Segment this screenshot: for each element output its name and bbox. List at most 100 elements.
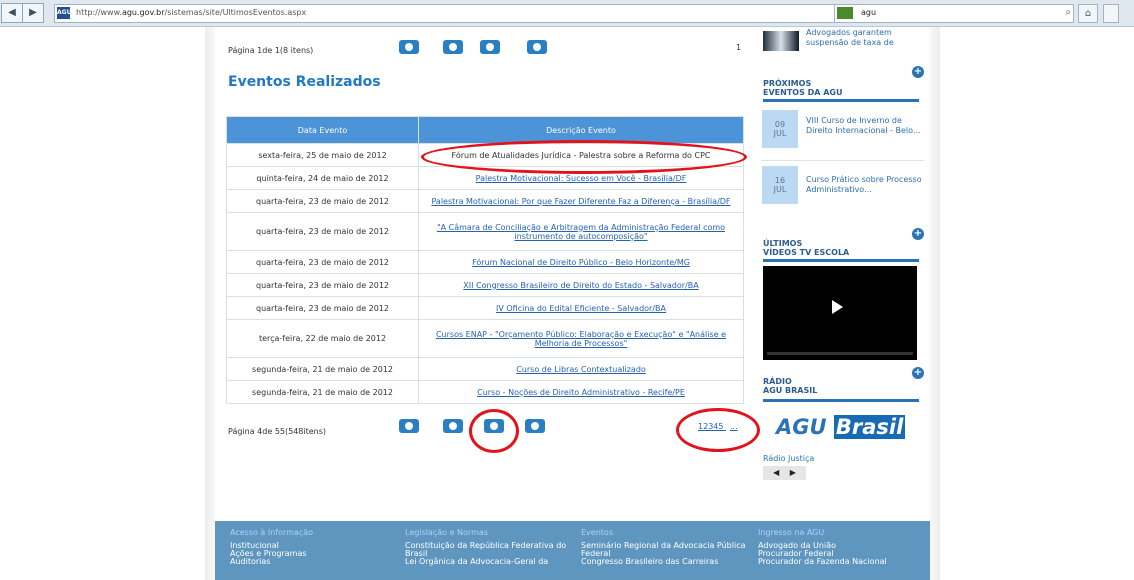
search-engine-icon[interactable]: [837, 7, 853, 19]
table-row: quarta-feira, 23 de maio de 2012 IV Ofic…: [226, 296, 744, 320]
url-path: /sistemas/site/UltimosEventos.aspx: [164, 8, 307, 17]
event-day: 16: [774, 176, 786, 185]
last-page-button[interactable]: [527, 40, 547, 54]
table-row: terça-feira, 22 de maio de 2012 Cursos E…: [226, 319, 744, 358]
back-button[interactable]: ◀: [1, 3, 23, 23]
table-row: segunda-feira, 21 de maio de 2012 Curso …: [226, 357, 744, 381]
logo-suffix: Brasil: [833, 415, 906, 439]
highlight-page-links-ellipse: [676, 408, 760, 452]
news-thumbnail[interactable]: [763, 31, 799, 51]
logo-prefix: AGU: [776, 415, 827, 439]
event-divider: [761, 160, 924, 161]
event-link[interactable]: Curso - Noções de Direito Administrativo…: [418, 380, 744, 404]
browser-toolbar: ◀ ▶ AGU http://www.agu.gov.br/sistemas/s…: [0, 0, 1134, 27]
footer-column-ingresso: Ingresso na AGU Advogado da União Procur…: [758, 529, 923, 566]
footer-link[interactable]: Congresso Brasileiro das Carreiras: [581, 558, 746, 566]
footer-link[interactable]: Constituição da República Federativa do: [405, 542, 570, 550]
event-date: quarta-feira, 23 de maio de 2012: [226, 296, 419, 320]
site-favicon: AGU: [57, 7, 71, 19]
table-row: quarta-feira, 23 de maio de 2012 Fórum N…: [226, 250, 744, 274]
video-progress-bar[interactable]: [767, 352, 913, 355]
radio-divider: [763, 399, 919, 402]
previous-station-icon[interactable]: ◀: [773, 468, 779, 477]
upcoming-heading-line-1: PRÓXIMOS: [763, 79, 812, 88]
event-link[interactable]: "A Câmara de Conciliação e Arbitragem da…: [418, 212, 744, 251]
left-page-shadow: [205, 27, 215, 580]
footer-column-events: Eventos Seminário Regional da Advocacia …: [581, 529, 746, 566]
event-date: segunda-feira, 21 de maio de 2012: [226, 357, 419, 381]
previous-page-button[interactable]: [443, 40, 463, 54]
forward-button[interactable]: ▶: [22, 3, 44, 23]
forward-icon: ▶: [29, 7, 37, 18]
search-icon[interactable]: ⌕: [1065, 7, 1071, 18]
table-row: quarta-feira, 23 de maio de 2012 XII Con…: [226, 273, 744, 297]
play-icon[interactable]: [832, 300, 843, 314]
back-icon: ◀: [8, 7, 16, 18]
bottom-first-page-button[interactable]: [399, 419, 419, 433]
footer-heading: Acesso à Informação: [230, 528, 314, 537]
url-text: http://www.agu.gov.br/sistemas/site/Ulti…: [76, 8, 306, 17]
radio-heading-line-1: RÁDIO: [763, 377, 792, 386]
video-player[interactable]: [763, 266, 917, 360]
footer-link[interactable]: Lei Orgânica da Advocacia-Geral da: [405, 558, 570, 566]
top-page-number: 1: [736, 43, 742, 52]
home-icon: ⌂: [1084, 8, 1092, 19]
footer-link[interactable]: Auditorias: [230, 558, 395, 566]
first-page-button[interactable]: [399, 40, 419, 54]
footer-heading: Eventos: [581, 528, 613, 537]
news-line-2: suspensão de taxa de: [806, 38, 894, 47]
news-text[interactable]: Advogados garantem suspensão de taxa de: [806, 28, 894, 48]
search-bar[interactable]: agu ⌕: [834, 4, 1074, 23]
search-input[interactable]: agu: [861, 8, 876, 17]
event-date: quinta-feira, 24 de maio de 2012: [226, 166, 419, 190]
highlight-next-page-ellipse: [469, 409, 519, 453]
bottom-last-page-button[interactable]: [525, 419, 545, 433]
event-link[interactable]: IV Oficina do Edital Eficiente - Salvado…: [418, 296, 744, 320]
event-link[interactable]: Curso de Libras Contextualizado: [418, 357, 744, 381]
next-station-icon[interactable]: ▶: [790, 468, 796, 477]
next-page-button[interactable]: [480, 40, 500, 54]
videos-heading-line-1: ÚLTIMOS: [763, 239, 803, 248]
radio-heading-line-2: AGU BRASIL: [763, 386, 818, 395]
event-link[interactable]: Fórum Nacional de Direito Público - Belo…: [418, 250, 744, 274]
toolbar-button[interactable]: [1103, 4, 1119, 23]
bottom-previous-page-button[interactable]: [443, 419, 463, 433]
footer-heading: Legislação e Normas: [405, 528, 488, 537]
plus-icon: +: [913, 367, 923, 378]
upcoming-event-link[interactable]: VIII Curso de Inverno de Direito Interna…: [806, 116, 924, 136]
date-header: Data Evento: [226, 116, 419, 144]
radio-controls[interactable]: ◀ ▶: [763, 466, 806, 480]
event-date: quarta-feira, 23 de maio de 2012: [226, 212, 419, 251]
event-link[interactable]: Cursos ENAP - "Orçamento Público: Elabor…: [418, 319, 744, 358]
expand-upcoming-events[interactable]: +: [912, 66, 924, 78]
top-pagination-label: Página 1de 1(8 itens): [228, 46, 314, 55]
event-date: quarta-feira, 23 de maio de 2012: [226, 250, 419, 274]
expand-radio[interactable]: +: [912, 367, 924, 379]
home-button[interactable]: ⌂: [1078, 4, 1098, 23]
upcoming-event-link[interactable]: Curso Prático sobre Processo Administrat…: [806, 175, 924, 195]
event-month: JUL: [773, 129, 787, 138]
agu-brasil-logo: AGU Brasil: [776, 415, 906, 439]
radio-justica-link[interactable]: Rádio Justiça: [763, 454, 814, 463]
footer-link[interactable]: Procurador da Fazenda Nacional: [758, 558, 923, 566]
event-date: sexta-feira, 25 de maio de 2012: [226, 143, 419, 167]
address-bar[interactable]: AGU http://www.agu.gov.br/sistemas/site/…: [54, 4, 936, 23]
bottom-pagination-label: Página 4de 55(548itens): [228, 427, 327, 436]
url-prefix: http://www.: [76, 8, 122, 17]
event-day: 09: [774, 120, 786, 129]
videos-heading-line-2: VÍDEOS TV ESCOLA: [763, 248, 850, 257]
event-month: JUL: [773, 185, 787, 194]
event-date: quarta-feira, 23 de maio de 2012: [226, 273, 419, 297]
footer-column-legislation: Legislação e Normas Constituição da Repú…: [405, 529, 570, 566]
event-link[interactable]: Palestra Motivacional: Por que Fazer Dif…: [418, 189, 744, 213]
highlight-first-event-ellipse: [421, 140, 747, 174]
event-link[interactable]: XII Congresso Brasileiro de Direito do E…: [418, 273, 744, 297]
event-date: segunda-feira, 21 de maio de 2012: [226, 380, 419, 404]
section-title: Eventos Realizados: [228, 74, 381, 90]
event-date: terça-feira, 22 de maio de 2012: [226, 319, 419, 358]
upcoming-divider: [763, 99, 919, 102]
table-row: quarta-feira, 23 de maio de 2012 "A Câma…: [226, 212, 744, 251]
expand-videos[interactable]: +: [912, 228, 924, 240]
event-date-box: 16 JUL: [762, 166, 798, 204]
videos-heading: ÚLTIMOS VÍDEOS TV ESCOLA: [763, 239, 849, 257]
